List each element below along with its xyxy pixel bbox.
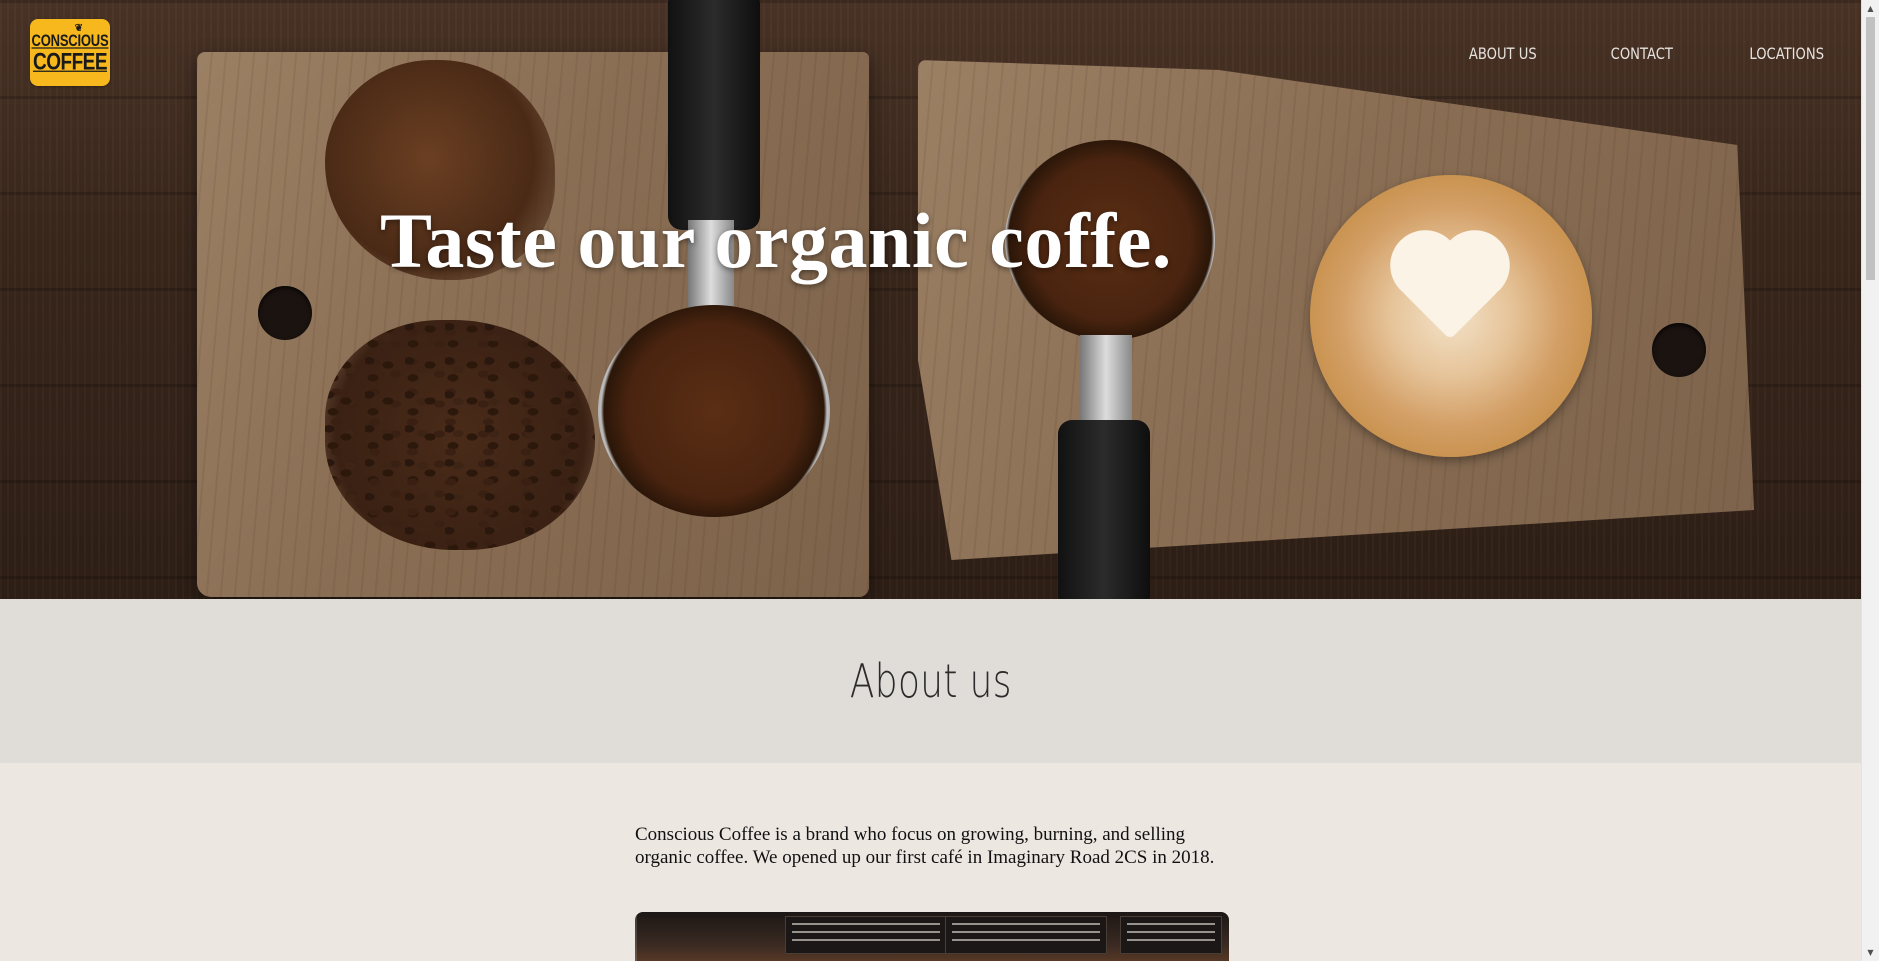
hero-section: Taste our organic coffe. bbox=[0, 0, 1862, 599]
about-description: Conscious Coffee is a brand who focus on… bbox=[635, 824, 1215, 868]
main-nav: ABOUT US CONTACT LOCATIONS bbox=[1454, 44, 1824, 63]
about-section: Conscious Coffee is a brand who focus on… bbox=[0, 763, 1862, 961]
cafe-photo-menu-board bbox=[945, 916, 1107, 954]
page: Taste our organic coffe. ❦ CONSCIOUS COF… bbox=[0, 0, 1862, 961]
logo-text-bottom: COFFEE bbox=[32, 48, 108, 76]
hero-image-portafilter-left bbox=[598, 305, 830, 517]
about-title: About us bbox=[849, 654, 1013, 708]
logo-text-top: CONSCIOUS bbox=[31, 30, 109, 50]
logo-link[interactable]: ❦ CONSCIOUS COFFEE bbox=[30, 19, 110, 86]
scroll-up-arrow-icon[interactable]: ▲ bbox=[1862, 0, 1879, 17]
cafe-photo bbox=[635, 912, 1229, 961]
cafe-photo-menu-board bbox=[785, 916, 947, 954]
hero-image-portafilter-handle bbox=[1058, 420, 1150, 599]
scrollbar-thumb[interactable] bbox=[1866, 17, 1875, 280]
hero-title: Taste our organic coffe. bbox=[380, 197, 1172, 284]
scroll-down-arrow-icon[interactable]: ▼ bbox=[1862, 944, 1879, 961]
nav-link-contact[interactable]: CONTACT bbox=[1611, 44, 1673, 63]
hero-image-metal-neck bbox=[1080, 335, 1132, 430]
hero-image-board-hole bbox=[1652, 323, 1706, 377]
hero-image-latte-cup bbox=[1310, 175, 1592, 457]
nav-link-locations[interactable]: LOCATIONS bbox=[1749, 44, 1824, 63]
nav-link-about-us[interactable]: ABOUT US bbox=[1469, 44, 1537, 63]
latte-art-heart bbox=[1400, 240, 1500, 340]
vertical-scrollbar[interactable]: ▲ ▼ bbox=[1861, 0, 1879, 961]
hero-image-board-hole bbox=[258, 286, 312, 340]
about-header-band: About us bbox=[0, 599, 1862, 763]
cafe-photo-menu-board bbox=[1120, 916, 1222, 954]
